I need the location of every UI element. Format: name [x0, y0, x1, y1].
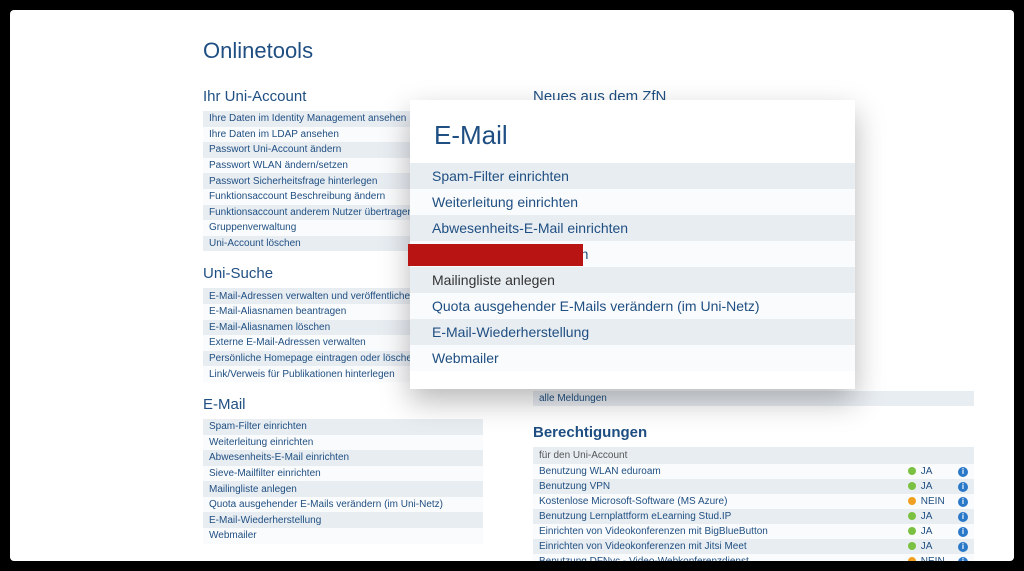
popup-item[interactable]: Webmailer [410, 345, 855, 371]
status-dot-green-icon [908, 512, 916, 520]
list-item[interactable]: Abwesenheits-E-Mail einrichten [203, 450, 483, 466]
perm-label: Benutzung VPN [533, 479, 902, 494]
perm-info[interactable]: i [952, 539, 974, 554]
perm-info[interactable]: i [952, 509, 974, 524]
perm-info[interactable]: i [952, 554, 974, 561]
perm-intro: für den Uni-Account [533, 447, 974, 464]
perm-label: Benutzung WLAN eduroam [533, 464, 902, 479]
perm-status: JA [902, 509, 952, 524]
popup-item[interactable]: Abwesenheits-E-Mail einrichten [410, 215, 855, 241]
status-dot-green-icon [908, 527, 916, 535]
perm-info[interactable]: i [952, 479, 974, 494]
list-item[interactable]: Webmailer [203, 528, 483, 544]
info-icon[interactable]: i [958, 497, 968, 507]
perm-label: Benutzung DFNvc - Video-Webkonferenzdien… [533, 554, 902, 561]
popup-list: Spam-Filter einrichtenWeiterleitung einr… [410, 163, 855, 371]
perm-row[interactable]: Benutzung WLAN eduroam JA i [533, 464, 974, 479]
status-dot-green-icon [908, 482, 916, 490]
status-dot-green-icon [908, 467, 916, 475]
list-item[interactable]: Quota ausgehender E-Mails verändern (im … [203, 497, 483, 513]
perm-status: NEIN [902, 554, 952, 561]
section-wlan-heading: WLAN [203, 558, 483, 561]
perm-row[interactable]: Benutzung Lernplattform eLearning Stud.I… [533, 509, 974, 524]
status-dot-green-icon [908, 542, 916, 550]
perm-info[interactable]: i [952, 464, 974, 479]
perm-heading: Berechtigungen [533, 424, 974, 441]
page-panel: Onlinetools Ihr Uni-Account Ihre Daten i… [10, 10, 1014, 561]
perm-label: Benutzung Lernplattform eLearning Stud.I… [533, 509, 902, 524]
info-icon[interactable]: i [958, 557, 968, 561]
popup-item[interactable]: E-Mail-Wiederherstellung [410, 319, 855, 345]
perm-status: JA [902, 479, 952, 494]
info-icon[interactable]: i [958, 512, 968, 522]
info-icon[interactable]: i [958, 542, 968, 552]
info-icon[interactable]: i [958, 482, 968, 492]
perm-row[interactable]: Benutzung VPN JA i [533, 479, 974, 494]
email-popup: E-Mail Spam-Filter einrichtenWeiterleitu… [410, 100, 855, 389]
perm-row[interactable]: Einrichten von Videokonferenzen mit BigB… [533, 524, 974, 539]
alle-meldungen-link[interactable]: alle Meldungen [533, 391, 974, 406]
perm-table: Benutzung WLAN eduroam JAiBenutzung VPN … [533, 464, 974, 561]
popup-heading: E-Mail [410, 116, 855, 163]
popup-item[interactable]: Sieve-Mailfilter einrichten [410, 241, 855, 267]
section-email-heading: E-Mail [203, 396, 483, 413]
perm-row[interactable]: Einrichten von Videokonferenzen mit Jits… [533, 539, 974, 554]
perm-row[interactable]: Benutzung DFNvc - Video-Webkonferenzdien… [533, 554, 974, 561]
perm-status: JA [902, 464, 952, 479]
perm-label: Einrichten von Videokonferenzen mit BigB… [533, 524, 902, 539]
list-item[interactable]: Sieve-Mailfilter einrichten [203, 466, 483, 482]
popup-item[interactable]: Mailingliste anlegen [410, 267, 855, 293]
email-list: Spam-Filter einrichtenWeiterleitung einr… [203, 419, 483, 544]
perm-row[interactable]: Kostenlose Microsoft-Software (MS Azure)… [533, 494, 974, 509]
list-item[interactable]: Mailingliste anlegen [203, 481, 483, 497]
popup-item[interactable]: Weiterleitung einrichten [410, 189, 855, 215]
perm-status: NEIN [902, 494, 952, 509]
perm-label: Einrichten von Videokonferenzen mit Jits… [533, 539, 902, 554]
status-dot-orange-icon [908, 497, 916, 505]
list-item[interactable]: Spam-Filter einrichten [203, 419, 483, 435]
popup-item[interactable]: Spam-Filter einrichten [410, 163, 855, 189]
info-icon[interactable]: i [958, 527, 968, 537]
page-title: Onlinetools [203, 38, 1014, 64]
status-dot-orange-icon [908, 557, 916, 561]
list-item[interactable]: E-Mail-Wiederherstellung [203, 512, 483, 528]
perm-label: Kostenlose Microsoft-Software (MS Azure) [533, 494, 902, 509]
perm-status: JA [902, 524, 952, 539]
info-icon[interactable]: i [958, 467, 968, 477]
perm-status: JA [902, 539, 952, 554]
perm-info[interactable]: i [952, 524, 974, 539]
perm-info[interactable]: i [952, 494, 974, 509]
popup-item[interactable]: Quota ausgehender E-Mails verändern (im … [410, 293, 855, 319]
list-item[interactable]: Weiterleitung einrichten [203, 435, 483, 451]
